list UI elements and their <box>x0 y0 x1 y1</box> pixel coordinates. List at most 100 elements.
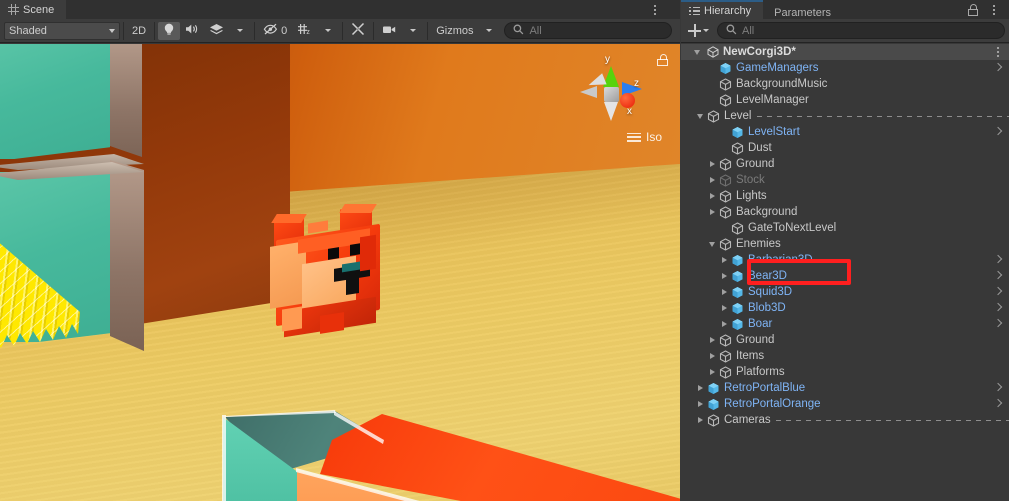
lock-open-icon[interactable] <box>657 54 668 66</box>
prefab-open-chevron-icon[interactable] <box>995 399 1001 409</box>
hierarchy-item-items[interactable]: Items <box>681 348 1009 364</box>
hierarchy-item-level[interactable]: Level <box>681 108 1009 124</box>
prefab-cube-icon <box>731 270 744 283</box>
hierarchy-item-gamemanagers[interactable]: GameManagers <box>681 60 1009 76</box>
grid-snap-button[interactable]: z <box>292 22 317 40</box>
expand-twisty[interactable] <box>718 284 730 300</box>
expand-twisty[interactable] <box>706 332 718 348</box>
scene-tools-button[interactable] <box>346 22 370 40</box>
expand-twisty[interactable] <box>694 108 706 124</box>
hierarchy-item-label: Lights <box>736 190 767 202</box>
hierarchy-item-dust[interactable]: Dust <box>681 140 1009 156</box>
prefab-open-chevron-icon[interactable] <box>995 271 1001 281</box>
expand-twisty[interactable] <box>718 268 730 284</box>
expand-twisty[interactable] <box>718 316 730 332</box>
gameobject-cube-icon <box>719 93 732 107</box>
gizmo-center-cube[interactable] <box>604 87 619 102</box>
grid-snap-dropdown[interactable] <box>317 22 339 40</box>
prefab-open-chevron-icon[interactable] <box>995 303 1001 313</box>
hierarchy-item-retroportalblue[interactable]: RetroPortalBlue <box>681 380 1009 396</box>
scene-fx-dropdown[interactable] <box>229 22 251 40</box>
projection-mode-toggle[interactable]: Iso <box>626 130 662 144</box>
tab-parameters[interactable]: Parameters <box>766 3 843 22</box>
hierarchy-tree[interactable]: NewCorgi3D* GameManagers BackgroundMusic Le… <box>681 44 1009 501</box>
scene-kebab-menu-icon[interactable] <box>648 0 662 19</box>
hierarchy-item-label: Dust <box>748 142 772 154</box>
hierarchy-item-levelstart[interactable]: LevelStart <box>681 124 1009 140</box>
expand-twisty[interactable] <box>718 300 730 316</box>
draw-mode-dropdown[interactable]: Shaded <box>4 21 120 40</box>
hierarchy-item-blob3d[interactable]: Blob3D <box>681 300 1009 316</box>
gizmos-button[interactable]: Gizmos <box>431 22 478 40</box>
hierarchy-item-squid3d[interactable]: Squid3D <box>681 284 1009 300</box>
plus-icon[interactable] <box>688 24 701 37</box>
divider <box>342 21 344 40</box>
scene-camera-dropdown[interactable] <box>402 22 424 40</box>
expand-twisty[interactable] <box>694 396 706 412</box>
voxel-bear-character[interactable] <box>268 204 388 338</box>
hierarchy-item-retroportalorange[interactable]: RetroPortalOrange <box>681 396 1009 412</box>
prefab-open-chevron-icon[interactable] <box>995 255 1001 265</box>
hierarchy-item-boar[interactable]: Boar <box>681 316 1009 332</box>
chevron-down-icon[interactable] <box>703 29 709 32</box>
scene-toolbar: Shaded 2D 0 z Gizmos All <box>0 19 680 43</box>
hierarchy-item-ground[interactable]: Ground <box>681 156 1009 172</box>
projection-mode-label: Iso <box>645 130 662 144</box>
hierarchy-item-bear3d[interactable]: Bear3D <box>681 268 1009 284</box>
hierarchy-item-backgroundmusic[interactable]: BackgroundMusic <box>681 76 1009 92</box>
tab-hierarchy[interactable]: Hierarchy <box>681 0 764 19</box>
hidden-objects-button[interactable]: 0 <box>258 22 292 40</box>
prefab-cube-icon <box>707 382 720 395</box>
hierarchy-item-label: Background <box>736 206 798 218</box>
prefab-open-chevron-icon[interactable] <box>995 383 1001 393</box>
prefab-open-chevron-icon[interactable] <box>995 287 1001 297</box>
scene-audio-button[interactable] <box>180 22 204 40</box>
expand-twisty[interactable] <box>694 380 706 396</box>
hierarchy-item-enemies[interactable]: Enemies <box>681 236 1009 252</box>
hierarchy-item-gatetonextlevel[interactable]: GateToNextLevel <box>681 220 1009 236</box>
hierarchy-kebab-menu-icon[interactable] <box>987 0 1001 19</box>
prefab-open-chevron-icon[interactable] <box>995 319 1001 329</box>
expand-twisty[interactable] <box>706 204 718 220</box>
scene-fx-button[interactable] <box>204 22 229 40</box>
expand-twisty[interactable] <box>706 156 718 172</box>
scene-camera-button[interactable] <box>377 22 402 40</box>
gizmo-axis-neg-y-cone[interactable] <box>604 102 618 121</box>
hierarchy-item-lights[interactable]: Lights <box>681 188 1009 204</box>
scene-orientation-gizmo[interactable]: y z x <box>576 54 646 136</box>
hierarchy-item-levelmanager[interactable]: LevelManager <box>681 92 1009 108</box>
toggle-2d-button[interactable]: 2D <box>127 22 151 40</box>
hierarchy-item-background[interactable]: Background <box>681 204 1009 220</box>
scene-viewport[interactable]: y z x Iso <box>0 44 680 501</box>
scene-lighting-button[interactable] <box>158 21 181 40</box>
gameobject-cube-icon <box>719 189 732 203</box>
hierarchy-item-label: GameManagers <box>736 62 819 74</box>
scene-row-kebab-menu-icon[interactable] <box>991 44 1005 60</box>
expand-twisty[interactable] <box>706 364 718 380</box>
hierarchy-item-barbarian3d[interactable]: Barbarian3D <box>681 252 1009 268</box>
hierarchy-search-input[interactable]: All <box>717 22 1005 39</box>
divider <box>123 21 124 40</box>
scene-root-twisty[interactable] <box>691 44 703 60</box>
expand-twisty[interactable] <box>706 236 718 252</box>
scene-search-input[interactable]: All <box>504 22 672 39</box>
hierarchy-item-stock[interactable]: Stock <box>681 172 1009 188</box>
gizmos-dropdown[interactable] <box>478 22 500 40</box>
hierarchy-item-platforms[interactable]: Platforms <box>681 364 1009 380</box>
hierarchy-scene-root[interactable]: NewCorgi3D* <box>681 44 1009 60</box>
expand-twisty[interactable] <box>718 252 730 268</box>
expand-twisty[interactable] <box>706 348 718 364</box>
hierarchy-item-ground[interactable]: Ground <box>681 332 1009 348</box>
expand-twisty[interactable] <box>706 172 718 188</box>
gameobject-cube-icon <box>707 109 720 123</box>
prefab-open-chevron-icon[interactable] <box>995 63 1001 73</box>
gameobject-cube-icon <box>719 77 732 91</box>
hierarchy-lock-open-icon[interactable] <box>968 4 979 16</box>
prefab-open-chevron-icon[interactable] <box>995 127 1001 137</box>
expand-twisty[interactable] <box>694 412 706 428</box>
expand-twisty[interactable] <box>706 188 718 204</box>
draw-mode-value: Shaded <box>9 24 47 37</box>
prefab-cube-icon <box>731 286 744 299</box>
tab-scene[interactable]: Scene <box>0 0 67 19</box>
hierarchy-item-cameras[interactable]: Cameras <box>681 412 1009 428</box>
